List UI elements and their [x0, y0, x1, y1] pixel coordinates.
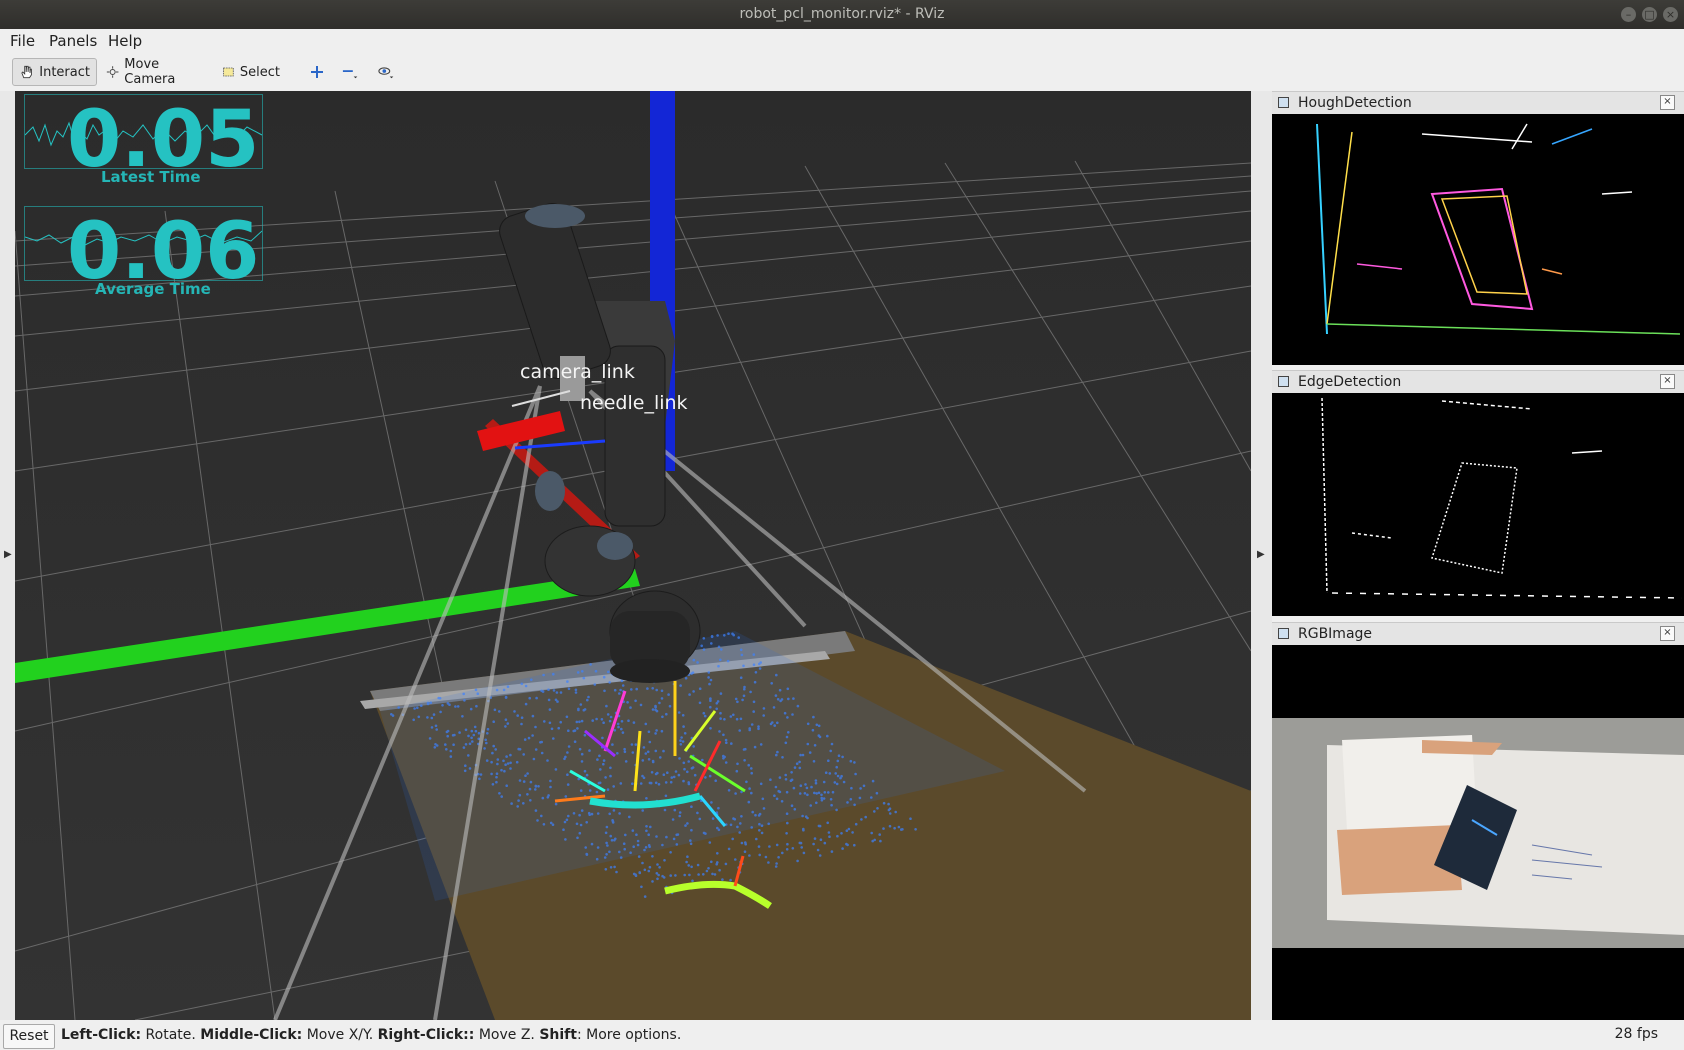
hough-detection-panel: HoughDetection × — [1272, 91, 1684, 365]
image-panel-icon — [1278, 628, 1289, 639]
hough-detection-image — [1272, 114, 1684, 365]
minimize-icon[interactable]: – — [1621, 7, 1636, 22]
hint-text: Rotate. — [141, 1027, 201, 1043]
move-camera-icon — [106, 66, 119, 78]
hint-text: Move Z. — [474, 1027, 540, 1043]
window-title: robot_pcl_monitor.rviz* - RViz — [739, 6, 945, 22]
maximize-icon[interactable]: □ — [1642, 7, 1657, 22]
add-tool-button[interactable] — [304, 58, 330, 86]
rgb-image-panel: RGBImage × — [1272, 622, 1684, 1021]
hint-key: Shift — [539, 1027, 577, 1043]
plus-icon — [311, 66, 323, 78]
edge-detection-header[interactable]: EdgeDetection × — [1272, 370, 1684, 393]
menu-panels[interactable]: Panels — [49, 32, 97, 50]
interact-tool-button[interactable]: Interact — [12, 58, 97, 86]
menu-help[interactable]: Help — [108, 32, 142, 50]
hough-detection-title: HoughDetection — [1298, 95, 1412, 111]
menu-file[interactable]: File — [10, 32, 35, 50]
image-panel-icon — [1278, 97, 1289, 108]
expand-left-icon[interactable]: ▶ — [4, 549, 12, 560]
close-icon[interactable]: × — [1660, 95, 1675, 110]
close-icon[interactable]: × — [1660, 374, 1675, 389]
reset-button[interactable]: Reset — [3, 1024, 55, 1049]
rgb-image-header[interactable]: RGBImage × — [1272, 622, 1684, 645]
edge-canvas — [1321, 397, 1683, 599]
right-dock-splitter[interactable]: ▶ — [1251, 91, 1272, 1020]
fps-readout: 28 fps — [1614, 1026, 1658, 1042]
hint-key: Middle-Click: — [200, 1027, 303, 1043]
rgb-image-title: RGBImage — [1298, 626, 1373, 642]
frame-label-needle-link: needle_link — [580, 392, 688, 414]
hint-text: Move X/Y. — [302, 1027, 378, 1043]
average-time-label: Average Time — [95, 280, 211, 298]
interact-label: Interact — [39, 64, 90, 80]
select-tool-button[interactable]: Select — [216, 58, 286, 86]
eye-icon — [378, 67, 394, 79]
render-viewport[interactable]: 0.05 Latest Time 0.06 Average Time camer… — [15, 91, 1251, 1020]
frame-label-camera-link: camera_link — [520, 361, 635, 383]
image-panel-icon — [1278, 376, 1289, 387]
close-icon[interactable]: × — [1660, 626, 1675, 641]
mouse-hint: Left-Click: Rotate. Middle-Click: Move X… — [61, 1027, 681, 1043]
minus-icon — [342, 70, 358, 79]
edge-detection-title: EdgeDetection — [1298, 374, 1402, 390]
rgb-image-view — [1272, 645, 1684, 1021]
hough-lines-canvas — [1316, 123, 1681, 335]
select-label: Select — [239, 64, 280, 80]
edge-detection-image — [1272, 393, 1684, 616]
collapse-right-icon[interactable]: ▶ — [1257, 549, 1265, 560]
status-bar: Reset Left-Click: Rotate. Middle-Click: … — [0, 1020, 1684, 1050]
menubar: File Panels Help — [0, 29, 1684, 54]
window-titlebar: robot_pcl_monitor.rviz* - RViz – □ × — [0, 0, 1684, 29]
hint-key: Left-Click: — [61, 1027, 142, 1043]
close-icon[interactable]: × — [1663, 7, 1678, 22]
hand-icon — [21, 65, 32, 79]
rgb-camera-frame — [1272, 718, 1684, 948]
hough-detection-header[interactable]: HoughDetection × — [1272, 91, 1684, 114]
select-rect-icon — [223, 67, 234, 77]
toolbar: Interact Move Camera Select — [0, 54, 1684, 92]
hint-key: Right-Click:: — [377, 1027, 475, 1043]
latest-time-label: Latest Time — [101, 168, 201, 186]
remove-tool-button[interactable] — [336, 58, 366, 86]
focus-tool-button[interactable] — [372, 58, 402, 86]
hint-text: : More options. — [576, 1027, 682, 1043]
left-dock-splitter[interactable]: ▶ — [0, 91, 15, 1020]
edge-detection-panel: EdgeDetection × — [1272, 370, 1684, 616]
move-camera-tool-button[interactable]: Move Camera — [100, 57, 205, 87]
move-camera-label: Move Camera — [124, 57, 176, 87]
